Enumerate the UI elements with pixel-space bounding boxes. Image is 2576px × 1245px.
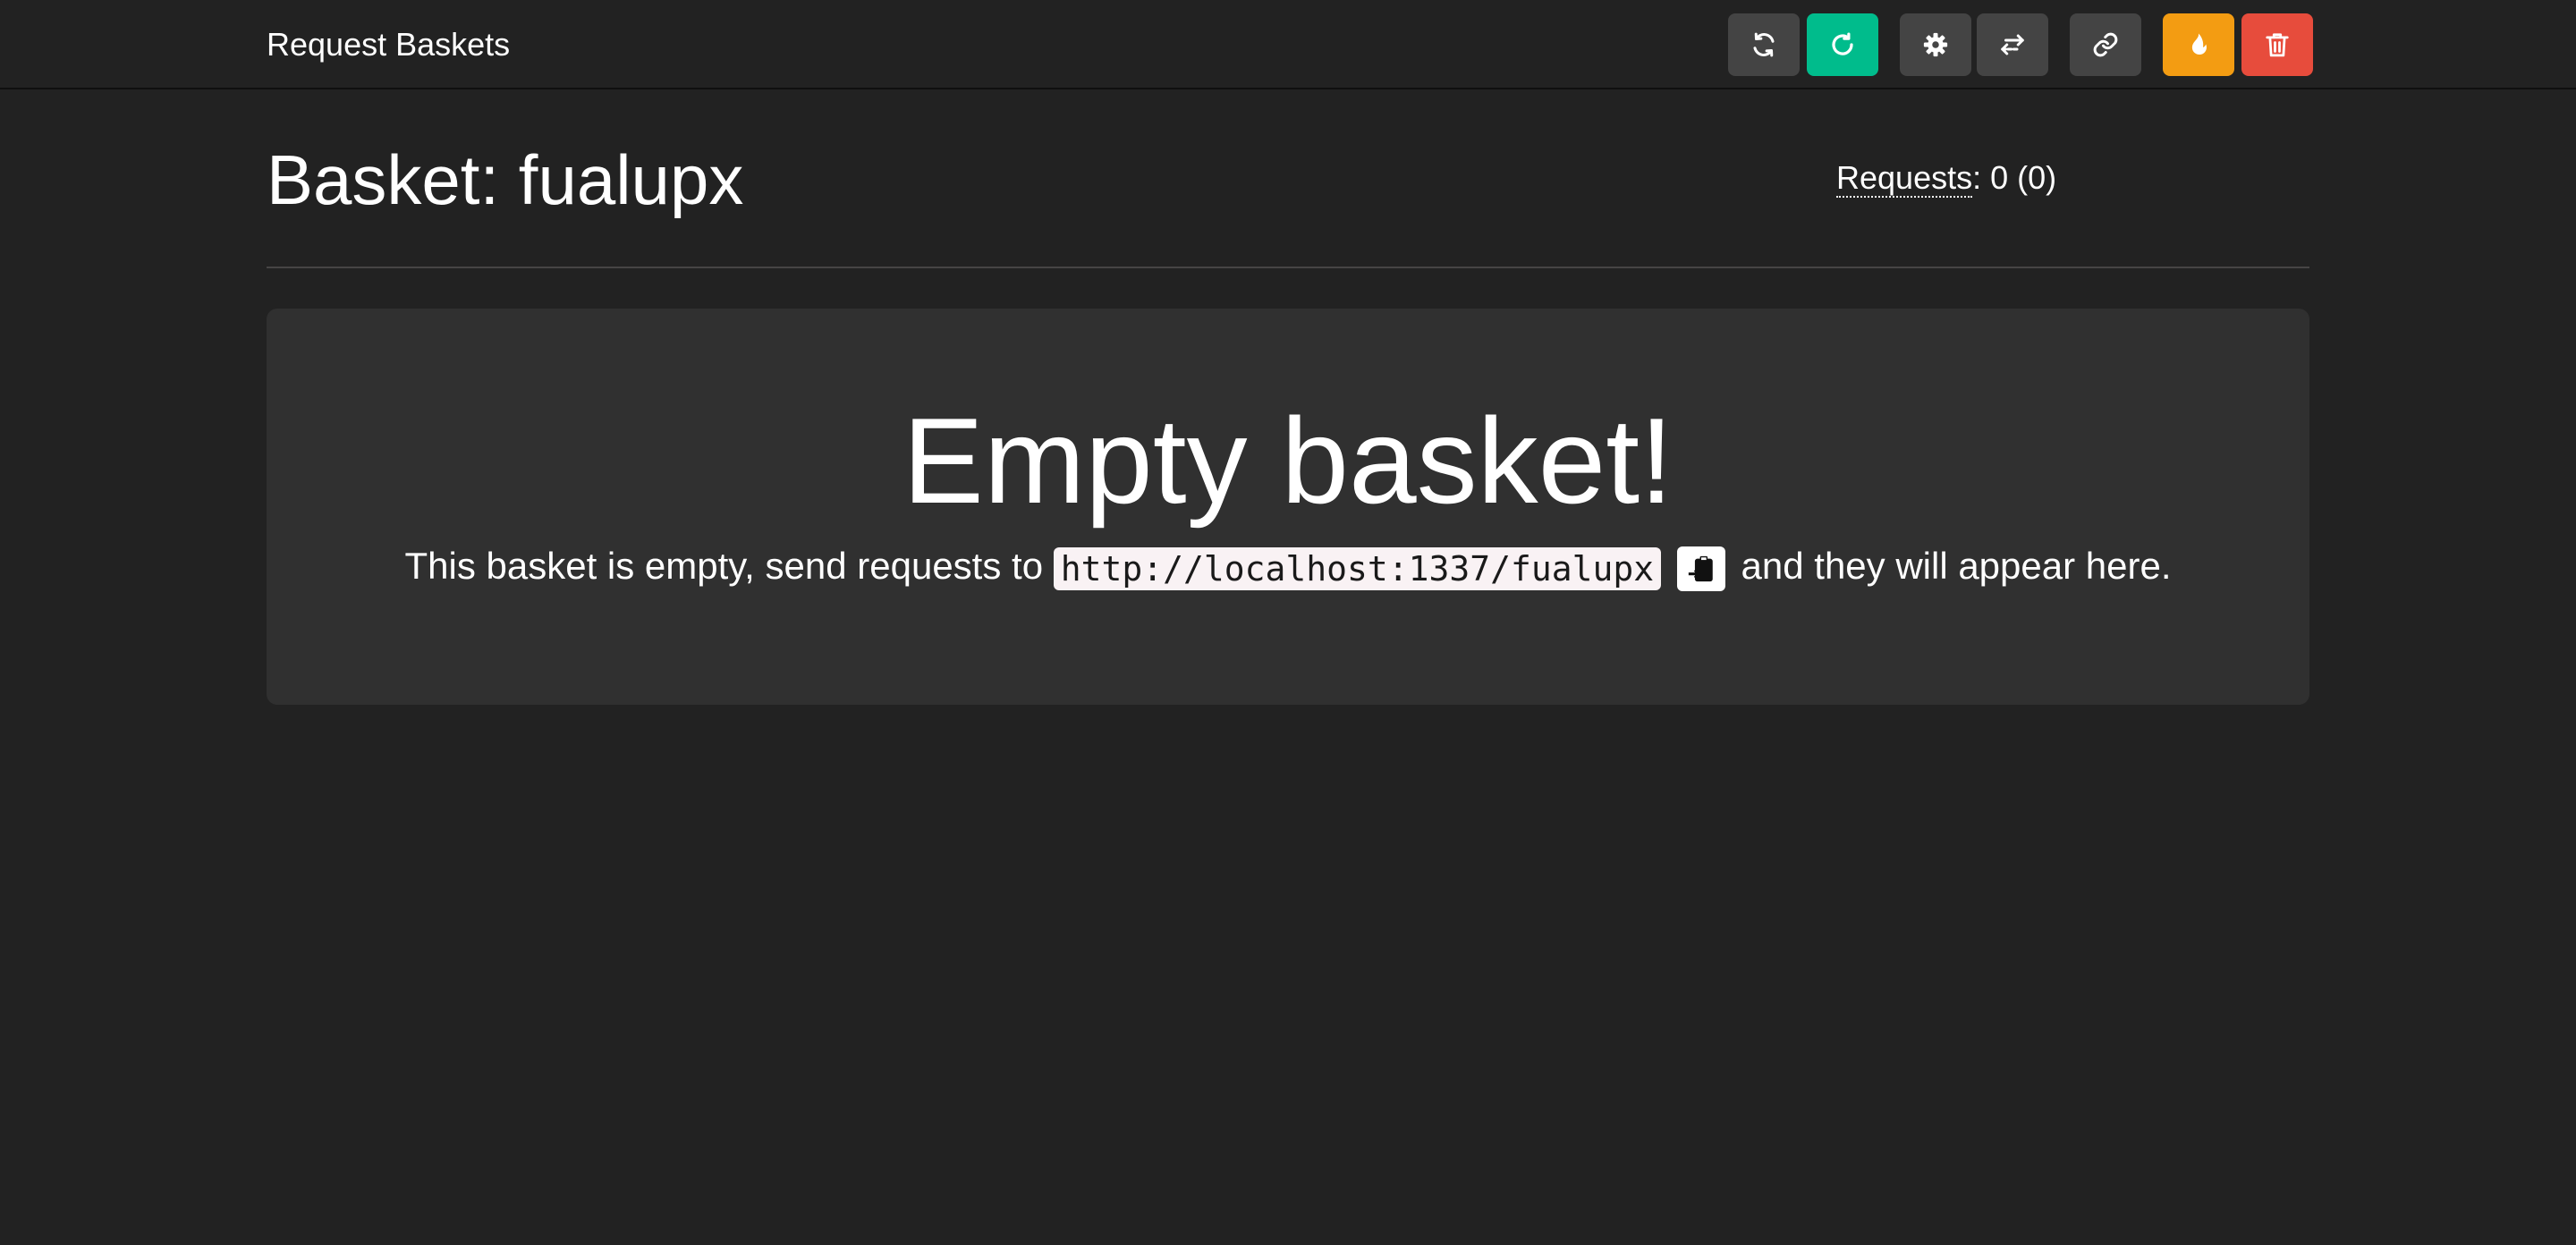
clipboard-icon <box>1688 555 1713 582</box>
delete-button[interactable] <box>2241 13 2313 76</box>
empty-basket-panel: Empty basket! This basket is empty, send… <box>267 309 2309 705</box>
basket-header: Basket: fualupx Requests: 0 (0) <box>267 134 2309 268</box>
refresh-button[interactable] <box>1728 13 1800 76</box>
message-after: and they will appear here. <box>1730 545 2172 587</box>
exchange-icon <box>2001 34 2024 55</box>
auto-refresh-button[interactable] <box>1807 13 1878 76</box>
empty-basket-message: This basket is empty, send requests to h… <box>267 541 2309 594</box>
requests-label: Requests <box>1836 159 1973 198</box>
copy-url-button[interactable] <box>1676 546 1725 591</box>
responses-button[interactable] <box>1977 13 2048 76</box>
settings-button[interactable] <box>1900 13 1971 76</box>
link-icon <box>2093 32 2118 57</box>
rotate-right-icon <box>1832 32 1853 55</box>
requests-counter: Requests: 0 (0) <box>1836 157 2056 199</box>
trash-icon <box>2266 33 2289 57</box>
basket-url[interactable]: http://localhost:1337/fualupx <box>1053 546 1662 590</box>
gear-icon <box>1923 32 1948 57</box>
fire-icon <box>2191 33 2207 55</box>
page-title: Basket: fualupx <box>267 140 744 219</box>
requests-count: : 0 (0) <box>1972 159 2057 196</box>
brand-link[interactable]: Request Baskets <box>267 23 510 66</box>
message-before: This basket is empty, send requests to <box>404 545 1054 587</box>
refresh-icon <box>1753 32 1775 57</box>
navbar: Request Baskets <box>0 0 2576 89</box>
share-button[interactable] <box>2070 13 2141 76</box>
empty-basket-title: Empty basket! <box>902 393 1674 529</box>
destroy-button[interactable] <box>2163 13 2234 76</box>
